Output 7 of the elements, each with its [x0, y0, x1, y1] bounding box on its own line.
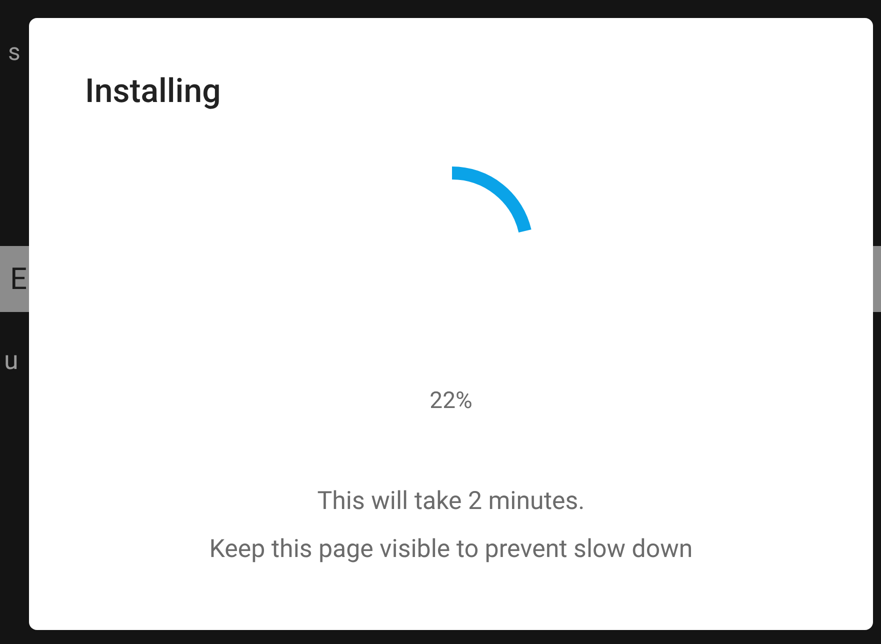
info-text: Keep this page visible to prevent slow down [209, 534, 693, 566]
background-text: u [4, 345, 18, 378]
dialog-title: Installing [85, 71, 222, 113]
info-text: This will take 2 minutes. [317, 486, 585, 518]
progress-percent: 22% [430, 386, 472, 416]
bar-text: E [10, 260, 28, 298]
background-text: s [7, 40, 22, 64]
